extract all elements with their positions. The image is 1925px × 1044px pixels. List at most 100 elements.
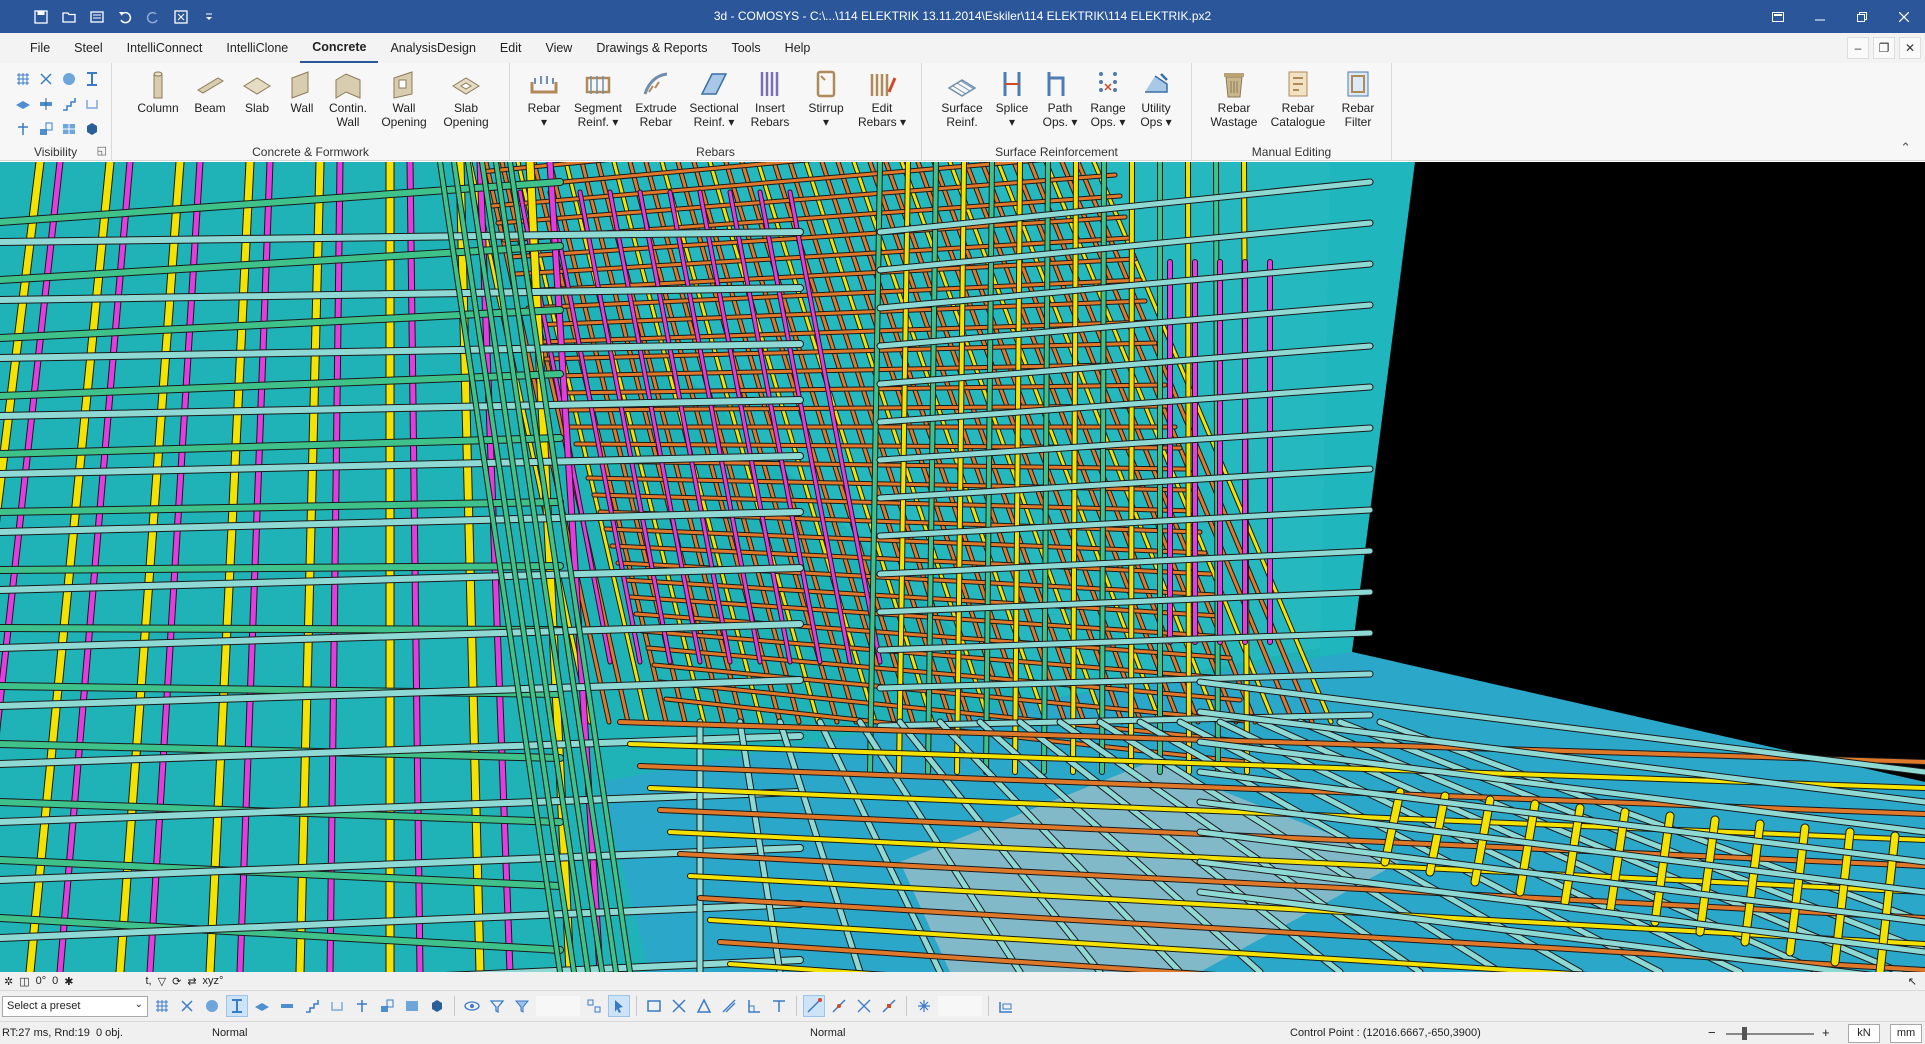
wall-opening-button[interactable]: Wall Opening [378,67,430,129]
save-icon[interactable] [30,6,52,28]
collapse-ribbon-icon[interactable]: ⌃ [1900,140,1911,156]
snap-endpoint-icon[interactable] [803,995,825,1017]
tab-drawings-reports[interactable]: Drawings & Reports [584,33,719,63]
print-preview-icon[interactable] [86,6,108,28]
stair-visibility-icon[interactable] [58,93,80,115]
connection-visibility-icon[interactable] [35,118,57,140]
solid-visibility-icon[interactable] [81,118,103,140]
left-green-rebar[interactable] [0,625,563,633]
cross-select-icon[interactable] [668,995,690,1017]
path-ops-button[interactable]: Path Ops. ▾ [1034,67,1086,129]
snap-icon[interactable]: ✲ [4,975,13,988]
edit-rebars-button[interactable]: Edit Rebars ▾ [856,67,908,129]
zoom-slider-track[interactable] [1726,1033,1814,1035]
rebar-filter-button[interactable]: Rebar Filter [1332,67,1384,129]
advanced-filter-icon[interactable] [511,995,533,1017]
ibeam-toggle-icon[interactable] [226,995,248,1017]
perpendicular-snap-icon[interactable] [768,995,790,1017]
filter-small-icon[interactable]: ▽ [158,975,166,988]
rebar-button[interactable]: Rebar ▾ [518,67,570,129]
angle-snap-icon[interactable] [743,995,765,1017]
assembly-visibility-icon[interactable] [58,118,80,140]
left-green-rebar[interactable] [0,563,563,573]
beam-button[interactable]: Beam [184,67,236,115]
filter-value-box[interactable] [536,996,580,1016]
plate-toggle-icon[interactable] [251,995,273,1017]
xyz-label[interactable]: xyz° [203,975,224,987]
select-pointer-icon[interactable] [608,995,630,1017]
grid-visibility-icon[interactable] [12,68,34,90]
snap-intersection-icon[interactable] [853,995,875,1017]
open-folder-icon[interactable] [58,6,80,28]
rectangle-select-icon[interactable] [643,995,665,1017]
close-icon[interactable] [1883,0,1925,33]
tab-help[interactable]: Help [773,33,823,63]
sphere-toggle-icon[interactable] [201,995,223,1017]
cross-visibility-icon[interactable] [35,68,57,90]
eye-icon[interactable] [461,995,483,1017]
triangle-select-icon[interactable] [693,995,715,1017]
grid-toggle-icon[interactable] [151,995,173,1017]
surface-reinf-button[interactable]: Surface Reinf. [936,67,988,129]
workplane-icon[interactable] [995,995,1017,1017]
extrude-rebar-button[interactable]: Extrude Rebar [630,67,682,129]
wall-button[interactable]: Wall [276,67,328,115]
select-group-icon[interactable] [583,995,605,1017]
fullscreen-icon[interactable] [170,6,192,28]
pointer-icon[interactable]: ↖ [1908,975,1917,988]
beam-visibility-icon[interactable] [35,93,57,115]
solid-toggle-icon[interactable] [426,995,448,1017]
tab-view[interactable]: View [533,33,584,63]
doc-restore-icon[interactable]: ❐ [1873,37,1895,59]
orbit-icon[interactable]: ⟳ [172,975,181,988]
redo-icon[interactable] [142,6,164,28]
tab-tools[interactable]: Tools [719,33,772,63]
length-unit-selector[interactable]: mm [1890,1024,1922,1043]
zoom-in-icon[interactable]: + [1822,1025,1830,1040]
ribbon-display-icon[interactable] [1757,0,1799,33]
undo-icon[interactable] [114,6,136,28]
offset-value[interactable]: 0 [52,975,58,987]
assembly-toggle-icon[interactable] [401,995,423,1017]
force-unit-selector[interactable]: kN [1848,1024,1880,1043]
zoom-out-icon[interactable]: − [1708,1025,1716,1040]
snap-midpoint-icon[interactable] [828,995,850,1017]
column-button[interactable]: Column [132,67,184,115]
snap-settings-icon[interactable] [913,995,935,1017]
tab-file[interactable]: File [18,33,62,63]
tab-concrete[interactable]: Concrete [300,33,379,63]
segment-reinf-button[interactable]: Segment Reinf. ▾ [572,67,624,129]
rebar-catalogue-button[interactable]: Rebar Catalogue [1271,67,1325,129]
angle-value[interactable]: 0° [36,975,47,987]
connection-toggle-icon[interactable] [376,995,398,1017]
restore-icon[interactable] [1841,0,1883,33]
range-ops-button[interactable]: Range Ops. ▾ [1082,67,1134,129]
plate-visibility-icon[interactable] [12,93,34,115]
tab-steel[interactable]: Steel [62,33,115,63]
beam-toggle-icon[interactable] [276,995,298,1017]
preset-dropdown[interactable]: Select a preset ⌄ [2,995,148,1017]
rebar-3d-scene[interactable] [0,162,1925,972]
snap-nearest-icon[interactable] [878,995,900,1017]
stirrup-button[interactable]: Stirrup ▾ [800,67,852,129]
weld-toggle-icon[interactable] [326,995,348,1017]
slab-opening-button[interactable]: Slab Opening [440,67,492,129]
ibeam-visibility-icon[interactable] [81,68,103,90]
snap-value-box[interactable] [938,996,982,1016]
zoom-slider-thumb[interactable] [1742,1027,1747,1040]
tab-edit[interactable]: Edit [488,33,534,63]
customize-qat-icon[interactable] [198,6,220,28]
filter-icon[interactable] [486,995,508,1017]
cross-toggle-icon[interactable] [176,995,198,1017]
bolt-toggle-icon[interactable] [351,995,373,1017]
sphere-visibility-icon[interactable] [58,68,80,90]
minimize-icon[interactable] [1799,0,1841,33]
group-dialog-launcher-icon[interactable]: ◱ [97,144,107,157]
3d-viewport[interactable] [0,162,1925,972]
bolt-visibility-icon[interactable] [12,118,34,140]
t-label[interactable]: t, [146,975,152,987]
sectional-reinf-button[interactable]: Sectional Reinf. ▾ [688,67,740,129]
line-select-icon[interactable] [718,995,740,1017]
rebar-wastage-button[interactable]: Rebar Wastage [1208,67,1260,129]
tab-intelliclone[interactable]: IntelliClone [214,33,300,63]
